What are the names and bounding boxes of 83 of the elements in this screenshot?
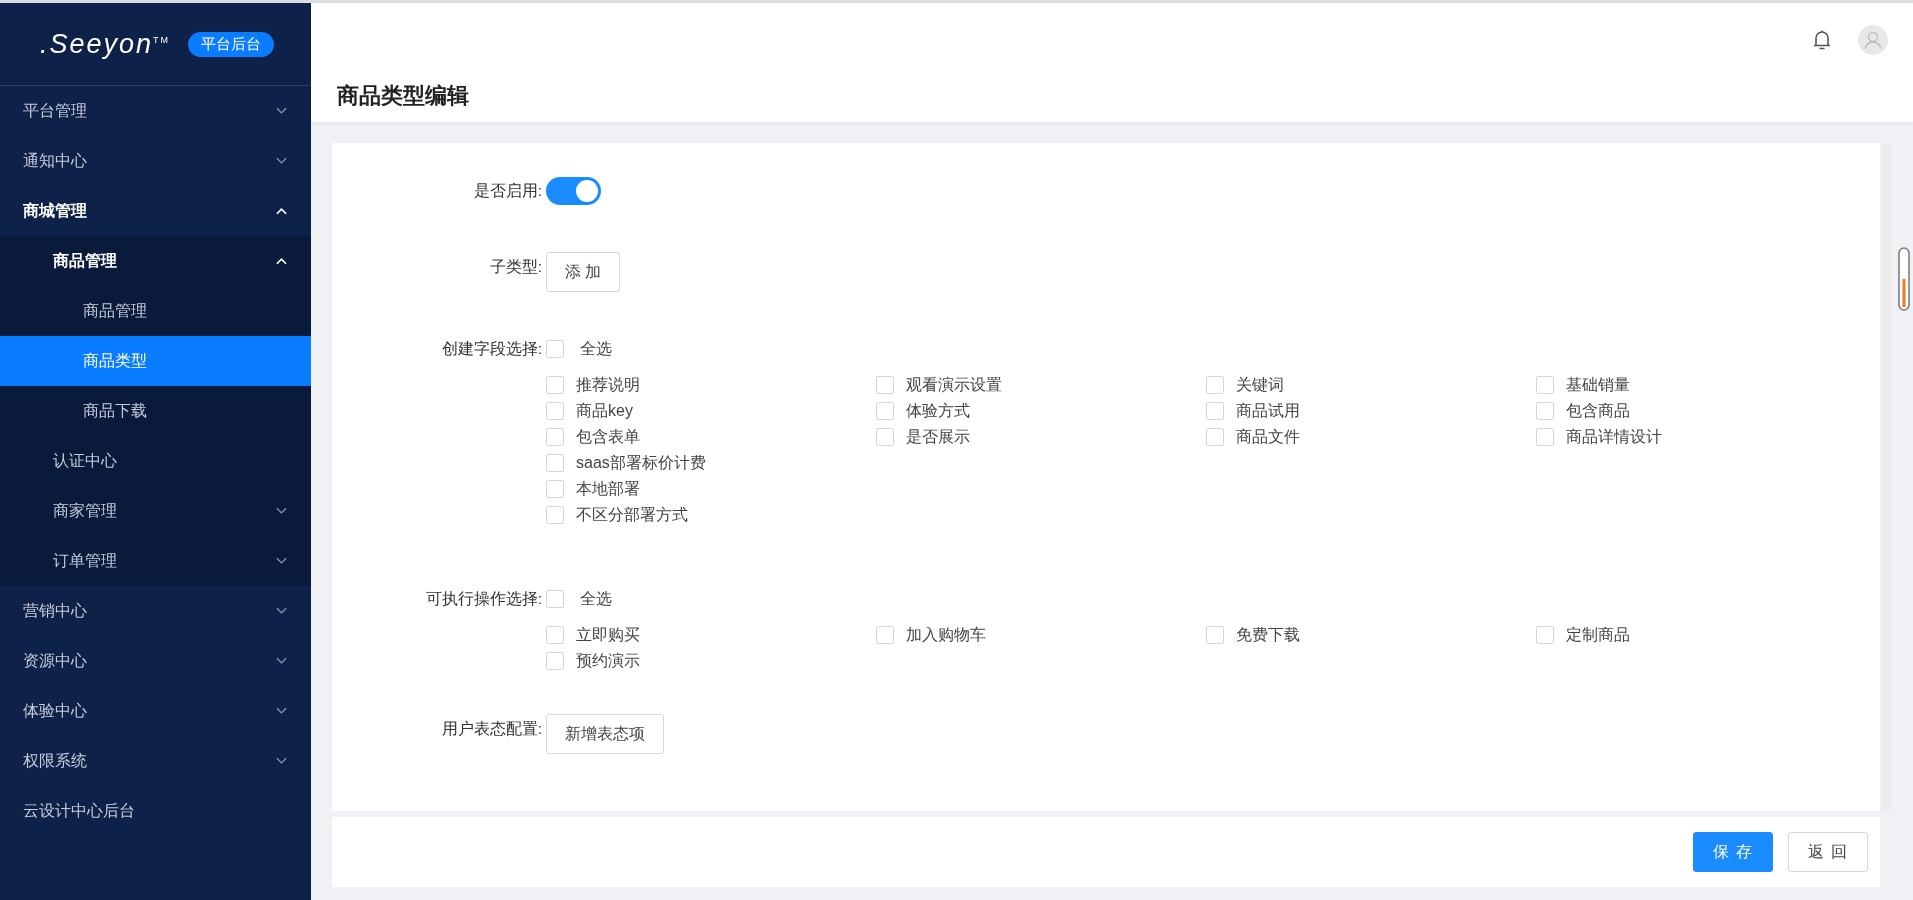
- sidebar-item[interactable]: 平台管理: [0, 86, 311, 136]
- checkbox[interactable]: [546, 590, 564, 608]
- chevron-down-icon: [276, 557, 287, 565]
- chevron-up-icon: [276, 207, 287, 215]
- checkbox-label: 定制商品: [1566, 624, 1630, 645]
- checkbox-label: 是否展示: [906, 426, 970, 447]
- back-button[interactable]: 返 回: [1788, 832, 1868, 872]
- checkbox[interactable]: [1536, 402, 1554, 420]
- checkbox[interactable]: [546, 480, 564, 498]
- add-button[interactable]: 添 加: [546, 252, 621, 292]
- checkbox-label: 预约演示: [576, 650, 640, 671]
- checkbox[interactable]: [876, 626, 894, 644]
- sidebar-item[interactable]: 云设计中心后台: [0, 786, 311, 836]
- checkbox-label: 商品详情设计: [1566, 426, 1662, 447]
- checkbox[interactable]: [1536, 428, 1554, 446]
- checkbox[interactable]: [546, 428, 564, 446]
- chevron-down-icon: [276, 757, 287, 765]
- sidebar-item[interactable]: 订单管理: [0, 536, 311, 586]
- sidebar-item[interactable]: 通知中心: [0, 136, 311, 186]
- checkbox[interactable]: [546, 626, 564, 644]
- logo-text: .Seeyon$^{TM}$: [40, 28, 171, 60]
- add-attitude-button[interactable]: 新增表态项: [546, 714, 664, 754]
- sidebar-item[interactable]: 商城管理: [0, 186, 311, 236]
- checkbox[interactable]: [876, 376, 894, 394]
- chevron-down-icon: [276, 107, 287, 115]
- checkbox-label: 观看演示设置: [906, 374, 1002, 395]
- checkbox-label: 全选: [580, 588, 612, 609]
- checkbox-label: 关键词: [1236, 374, 1284, 395]
- checkbox-label: 体验方式: [906, 400, 970, 421]
- chevron-down-icon: [276, 707, 287, 715]
- checkbox-label: 免费下载: [1236, 624, 1300, 645]
- checkbox-label: saas部署标价计费: [576, 452, 706, 473]
- checkbox-label: 全选: [580, 338, 612, 359]
- sidebar-item[interactable]: 商品管理: [0, 286, 311, 336]
- chevron-down-icon: [276, 607, 287, 615]
- checkbox-label: 商品key: [576, 400, 633, 421]
- checkbox[interactable]: [876, 428, 894, 446]
- field-label: 是否启用:: [472, 181, 543, 201]
- chevron-up-icon: [276, 257, 287, 265]
- sidebar-item[interactable]: 权限系统: [0, 736, 311, 786]
- sidebar-item[interactable]: 商家管理: [0, 486, 311, 536]
- sidebar-item[interactable]: 营销中心: [0, 586, 311, 636]
- checkbox-label: 推荐说明: [576, 374, 640, 395]
- checkbox-label: 不区分部署方式: [576, 504, 688, 525]
- checkbox[interactable]: [1206, 428, 1224, 446]
- page-title: 商品类型编辑: [337, 82, 469, 110]
- avatar-icon[interactable]: [1858, 25, 1888, 55]
- field-label: 子类型:: [488, 257, 543, 277]
- field-label: 可执行操作选择:: [424, 589, 543, 609]
- sidebar-item[interactable]: 商品类型: [0, 336, 311, 386]
- checkbox-label: 立即购买: [576, 624, 640, 645]
- sidebar-item[interactable]: 认证中心: [0, 436, 311, 486]
- checkbox[interactable]: [1206, 376, 1224, 394]
- checkbox-label: 包含商品: [1566, 400, 1630, 421]
- checkbox-label: 基础销量: [1566, 374, 1630, 395]
- checkbox[interactable]: [546, 402, 564, 420]
- checkbox-label: 本地部署: [576, 478, 640, 499]
- checkbox[interactable]: [1536, 626, 1554, 644]
- checkbox-label: 包含表单: [576, 426, 640, 447]
- toggle-switch[interactable]: [546, 177, 601, 205]
- bell-icon[interactable]: [1812, 29, 1832, 51]
- chevron-down-icon: [276, 657, 287, 665]
- checkbox-label: 加入购物车: [906, 624, 986, 645]
- field-label: 创建字段选择:: [440, 339, 543, 359]
- checkbox[interactable]: [546, 652, 564, 670]
- checkbox-label: 商品文件: [1236, 426, 1300, 447]
- sidebar-item[interactable]: 体验中心: [0, 686, 311, 736]
- checkbox[interactable]: [1536, 376, 1554, 394]
- checkbox[interactable]: [1206, 402, 1224, 420]
- checkbox-label: 商品试用: [1236, 400, 1300, 421]
- checkbox[interactable]: [1206, 626, 1224, 644]
- sidebar-item[interactable]: 商品管理: [0, 236, 311, 286]
- sidebar-item[interactable]: 资源中心: [0, 636, 311, 686]
- platform-badge: 平台后台: [188, 31, 275, 57]
- checkbox[interactable]: [546, 340, 564, 358]
- chevron-down-icon: [276, 157, 287, 165]
- checkbox[interactable]: [876, 402, 894, 420]
- checkbox[interactable]: [546, 506, 564, 524]
- field-label: 用户表态配置:: [440, 719, 543, 739]
- checkbox[interactable]: [546, 454, 564, 472]
- checkbox[interactable]: [546, 376, 564, 394]
- sidebar-item[interactable]: 商品下载: [0, 386, 311, 436]
- chevron-down-icon: [276, 507, 287, 515]
